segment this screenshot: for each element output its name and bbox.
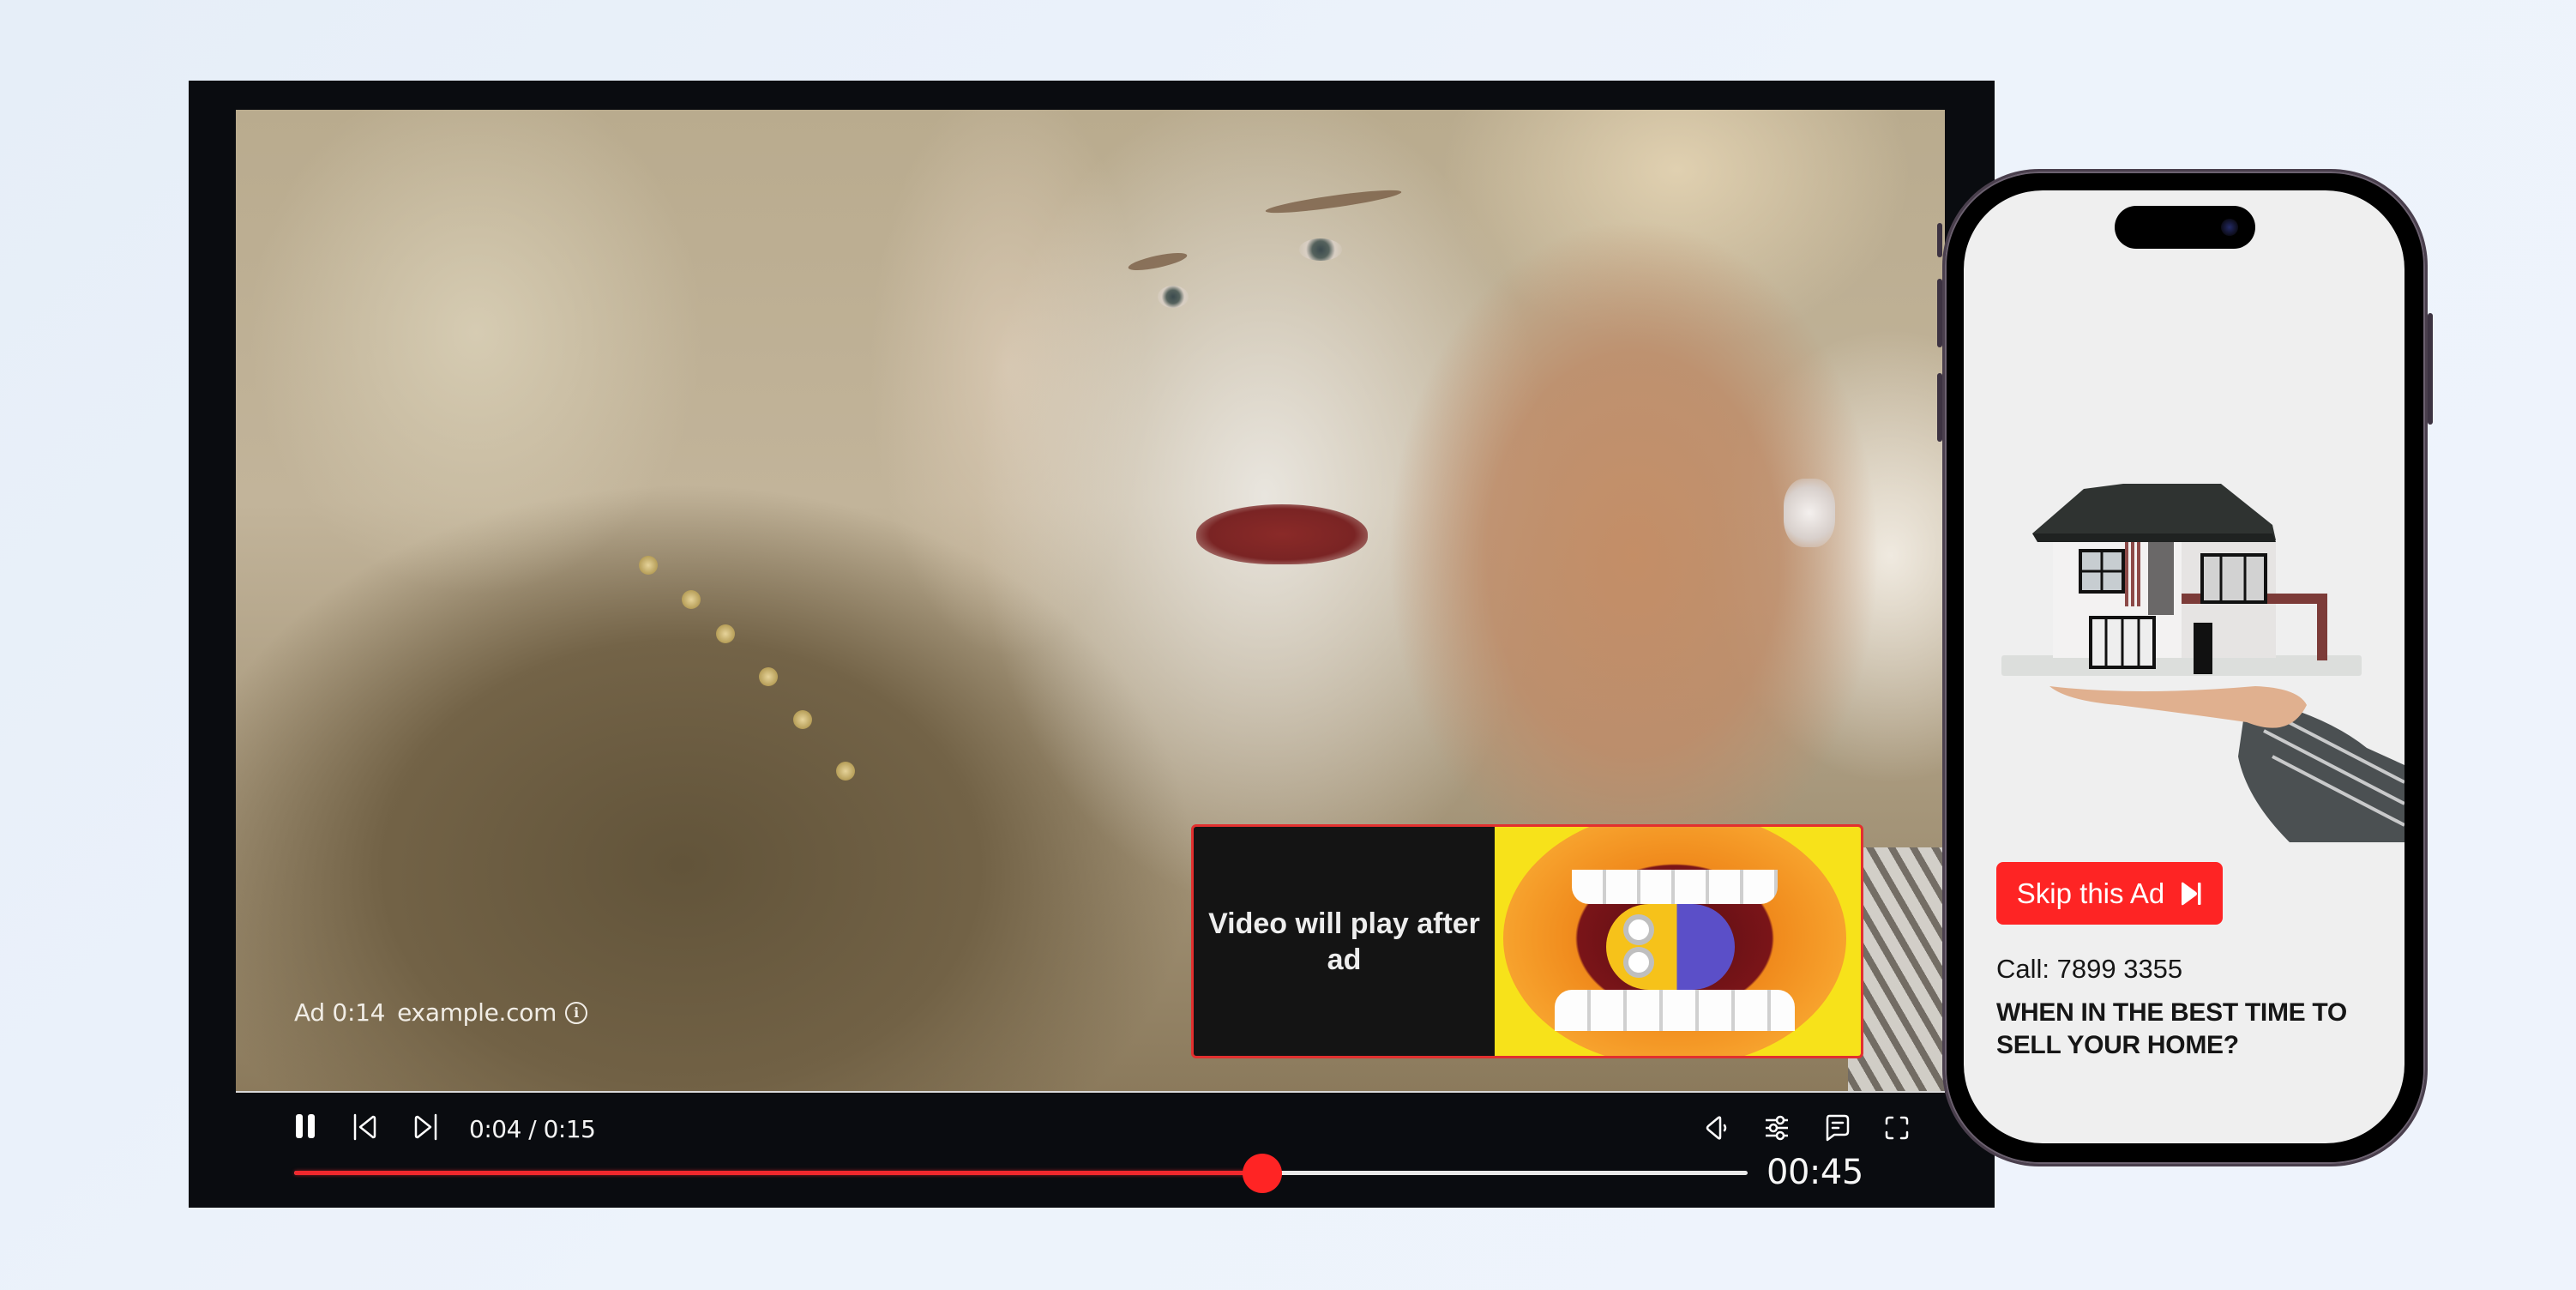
video-frame[interactable]: Ad 0:14 example.com i Video will play af…: [236, 110, 1945, 1091]
phone-screen: Skip this Ad Call: 7899 3355 WHEN IN THE…: [1964, 190, 2404, 1143]
sliders-icon: [1766, 1115, 1788, 1141]
call-number[interactable]: Call: 7899 3355: [1996, 954, 2182, 985]
video-edge-line: [236, 1091, 1945, 1093]
player-controls: 0:04 / 0:15 00:45: [189, 1091, 1995, 1208]
thumbnail-teeth: [1555, 990, 1795, 1031]
skip-ad-label: Skip this Ad: [2016, 877, 2165, 909]
video-player: Ad 0:14 example.com i Video will play af…: [189, 81, 1995, 1208]
ad-overlay[interactable]: Video will play after ad: [1191, 824, 1863, 1058]
hand: [2049, 686, 2307, 728]
seek-bar-progress: [294, 1171, 1262, 1175]
house-post: [2317, 594, 2327, 660]
video-detail: [1127, 249, 1189, 274]
next-button[interactable]: [413, 1113, 439, 1141]
ad-overlay-message: Video will play after ad: [1208, 907, 1480, 976]
ad-badge: Ad 0:14 example.com i: [294, 998, 588, 1027]
volume-button[interactable]: [1702, 1113, 1731, 1142]
phone-mockup: Skip this Ad Call: 7899 3355 WHEN IN THE…: [1937, 172, 2433, 1164]
skip-next-icon: [414, 1113, 437, 1141]
skip-previous-icon: [353, 1113, 376, 1141]
video-detail: [1264, 185, 1403, 218]
camera-icon: [2221, 219, 2238, 236]
thumbnail-teeth: [1572, 870, 1778, 904]
phone-action-button: [1937, 223, 1942, 257]
house-model-image: [2001, 484, 2404, 842]
thumbnail-goggle: [1623, 914, 1654, 945]
seek-bar-handle[interactable]: [1242, 1153, 1282, 1193]
house-door: [2194, 623, 2212, 674]
previous-button[interactable]: [352, 1113, 377, 1141]
phone-power-button: [2428, 313, 2433, 425]
settings-button[interactable]: [1762, 1113, 1791, 1142]
video-detail: [1158, 286, 1189, 308]
advertiser-link[interactable]: example.com: [397, 998, 557, 1027]
ad-headline: WHEN IN THE BEST TIME TO SELL YOUR HOME?: [1996, 998, 2347, 1059]
volume-icon: [1706, 1116, 1727, 1140]
ad-thumbnail[interactable]: [1495, 827, 1861, 1056]
pause-button[interactable]: [294, 1113, 316, 1139]
thumbnail-goggle: [1623, 947, 1654, 978]
skip-next-filled-icon: [2182, 882, 2201, 905]
house-window: [2200, 553, 2267, 604]
video-detail: [1196, 504, 1368, 564]
ad-countdown: Ad 0:14: [294, 998, 386, 1027]
phone-volume-up: [1937, 279, 1942, 347]
duration-display: 00:45: [1766, 1153, 1863, 1192]
house-panel: [2148, 542, 2174, 615]
house-base: [2001, 655, 2362, 676]
skip-ad-button[interactable]: Skip this Ad: [1996, 862, 2223, 925]
video-detail: [1784, 479, 1835, 547]
phone-volume-down: [1937, 373, 1942, 442]
pause-icon: [296, 1114, 315, 1138]
house-roof: [2032, 484, 2276, 540]
fullscreen-button[interactable]: [1882, 1113, 1911, 1142]
info-icon[interactable]: i: [565, 1001, 588, 1024]
video-detail: [1299, 238, 1342, 261]
chat-bubble-icon: [1826, 1114, 1850, 1142]
captions-button[interactable]: [1822, 1113, 1851, 1142]
thumbnail-minion: [1606, 904, 1735, 990]
dynamic-island: [2115, 206, 2255, 249]
time-display: 0:04 / 0:15: [469, 1115, 596, 1143]
seek-bar[interactable]: [294, 1153, 1748, 1193]
fullscreen-icon: [1885, 1116, 1909, 1140]
